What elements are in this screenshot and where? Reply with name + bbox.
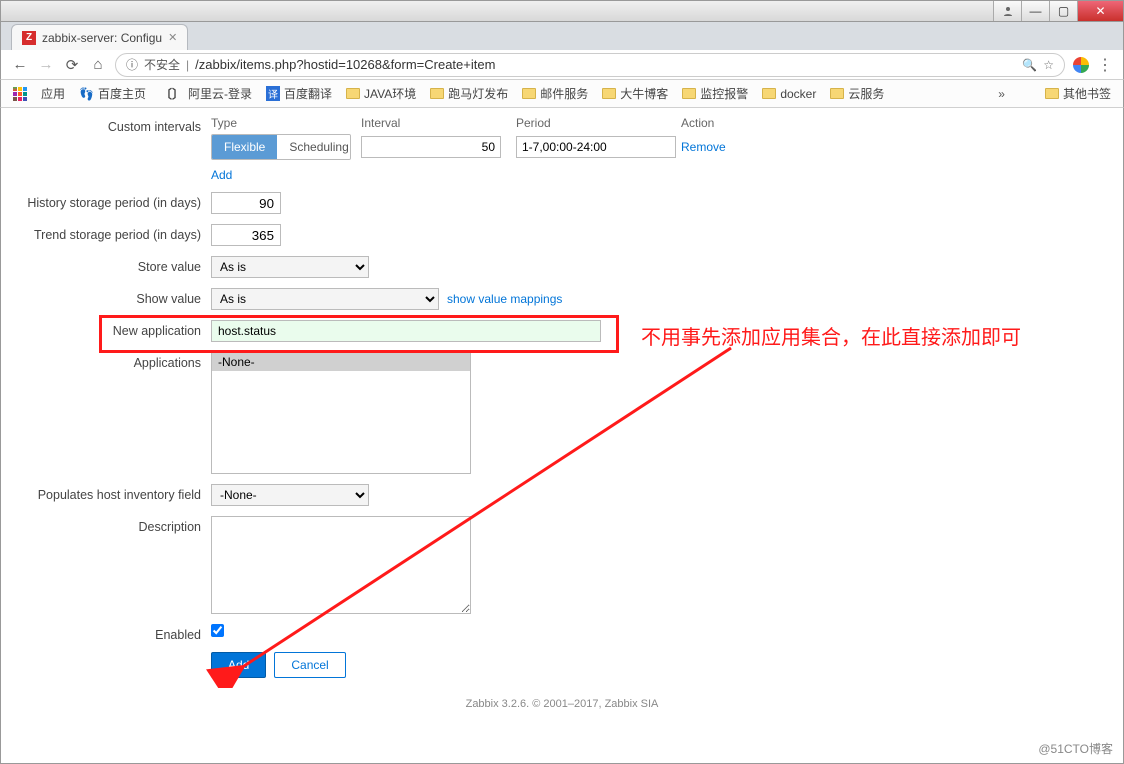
bookmark-item[interactable]: 〔〕阿里云-登录 xyxy=(160,85,252,102)
bookmark-item[interactable]: 监控报警 xyxy=(682,85,748,102)
apps-label[interactable]: 应用 xyxy=(41,85,65,102)
minimize-button[interactable]: — xyxy=(1021,1,1049,21)
scheduling-button[interactable]: Scheduling xyxy=(277,135,351,159)
menu-icon[interactable]: ⋮ xyxy=(1097,55,1113,75)
tab-title: zabbix-server: Configu xyxy=(42,31,162,45)
trend-label: Trend storage period (in days) xyxy=(21,224,211,242)
browser-tabstrip: Z zabbix-server: Configu ✕ xyxy=(0,22,1124,50)
flexible-button[interactable]: Flexible xyxy=(212,135,277,159)
add-interval-link[interactable]: Add xyxy=(211,168,232,182)
bookmark-item[interactable]: 云服务 xyxy=(830,85,884,102)
browser-tab[interactable]: Z zabbix-server: Configu ✕ xyxy=(11,24,188,50)
bookmark-item[interactable]: 跑马灯发布 xyxy=(430,85,508,102)
tab-close-icon[interactable]: ✕ xyxy=(168,31,177,44)
back-icon[interactable]: ← xyxy=(11,56,29,73)
populates-select[interactable]: -None- xyxy=(211,484,369,506)
bookmarks-bar: 应用 👣百度主页 〔〕阿里云-登录 译百度翻译 JAVA环境 跑马灯发布 邮件服… xyxy=(0,80,1124,108)
interval-type-segmented[interactable]: Flexible Scheduling xyxy=(211,134,351,160)
bookmark-star-icon[interactable]: ☆ xyxy=(1043,58,1054,72)
enabled-label: Enabled xyxy=(21,624,211,642)
item-form: Custom intervals Type Interval Period Ac… xyxy=(1,108,1123,730)
applications-label: Applications xyxy=(21,352,211,370)
bookmark-item[interactable]: 译百度翻译 xyxy=(266,85,332,102)
forward-icon[interactable]: → xyxy=(37,56,55,73)
annotation-box xyxy=(99,315,619,353)
maximize-button[interactable]: ▢ xyxy=(1049,1,1077,21)
browser-toolbar: ← → ⟳ ⌂ ⓘ 不安全 | 🔍 ☆ ⋮ xyxy=(0,50,1124,80)
list-item[interactable]: -None- xyxy=(212,353,470,371)
footer-text: Zabbix 3.2.6. © 2001–2017, Zabbix SIA xyxy=(21,698,1103,710)
close-button[interactable]: ✕ xyxy=(1077,1,1123,21)
search-icon[interactable]: 🔍 xyxy=(1022,58,1037,72)
watermark: @51CTO博客 xyxy=(1038,740,1113,757)
insecure-label: 不安全 xyxy=(144,56,180,73)
reload-icon[interactable]: ⟳ xyxy=(63,56,81,74)
home-icon[interactable]: ⌂ xyxy=(89,56,107,73)
address-bar[interactable]: ⓘ 不安全 | 🔍 ☆ xyxy=(115,53,1065,77)
info-icon[interactable]: ⓘ xyxy=(126,56,138,73)
trend-input[interactable] xyxy=(211,224,281,246)
ci-type-header: Type xyxy=(211,116,361,130)
applications-listbox[interactable]: -None- xyxy=(211,352,471,474)
page-viewport: Custom intervals Type Interval Period Ac… xyxy=(0,108,1124,764)
enabled-checkbox[interactable] xyxy=(211,624,224,637)
show-value-select[interactable]: As is xyxy=(211,288,439,310)
interval-input[interactable] xyxy=(361,136,501,158)
bookmark-item[interactable]: 👣百度主页 xyxy=(79,85,146,102)
show-value-label: Show value xyxy=(21,288,211,306)
profile-icon[interactable] xyxy=(1073,57,1089,73)
populates-label: Populates host inventory field xyxy=(21,484,211,502)
description-textarea[interactable] xyxy=(211,516,471,614)
bookmark-item[interactable]: 邮件服务 xyxy=(522,85,588,102)
url-input[interactable] xyxy=(195,57,1016,72)
custom-intervals-label: Custom intervals xyxy=(21,116,211,134)
store-value-select[interactable]: As is xyxy=(211,256,369,278)
cancel-button[interactable]: Cancel xyxy=(274,652,345,678)
other-bookmarks[interactable]: 其他书签 xyxy=(1045,85,1111,102)
apps-icon[interactable] xyxy=(13,87,27,101)
history-label: History storage period (in days) xyxy=(21,192,211,210)
zabbix-favicon: Z xyxy=(22,31,36,45)
store-value-label: Store value xyxy=(21,256,211,274)
bookmark-item[interactable]: 大牛博客 xyxy=(602,85,668,102)
ci-action-header: Action xyxy=(681,116,741,130)
ci-period-header: Period xyxy=(516,116,681,130)
user-button[interactable] xyxy=(993,1,1021,21)
bookmark-item[interactable]: JAVA环境 xyxy=(346,85,416,102)
bookmarks-overflow-icon[interactable]: » xyxy=(998,87,1005,101)
add-button[interactable]: Add xyxy=(211,652,266,678)
window-titlebar: — ▢ ✕ xyxy=(0,0,1124,22)
bookmark-item[interactable]: docker xyxy=(762,87,816,101)
annotation-text: 不用事先添加应用集合，在此直接添加即可 xyxy=(641,321,1021,350)
description-label: Description xyxy=(21,516,211,534)
remove-link[interactable]: Remove xyxy=(681,140,726,154)
custom-intervals-table: Type Interval Period Action Flexible Sch… xyxy=(211,116,741,182)
ci-interval-header: Interval xyxy=(361,116,516,130)
period-input[interactable] xyxy=(516,136,676,158)
show-value-mappings-link[interactable]: show value mappings xyxy=(447,292,562,306)
history-input[interactable] xyxy=(211,192,281,214)
